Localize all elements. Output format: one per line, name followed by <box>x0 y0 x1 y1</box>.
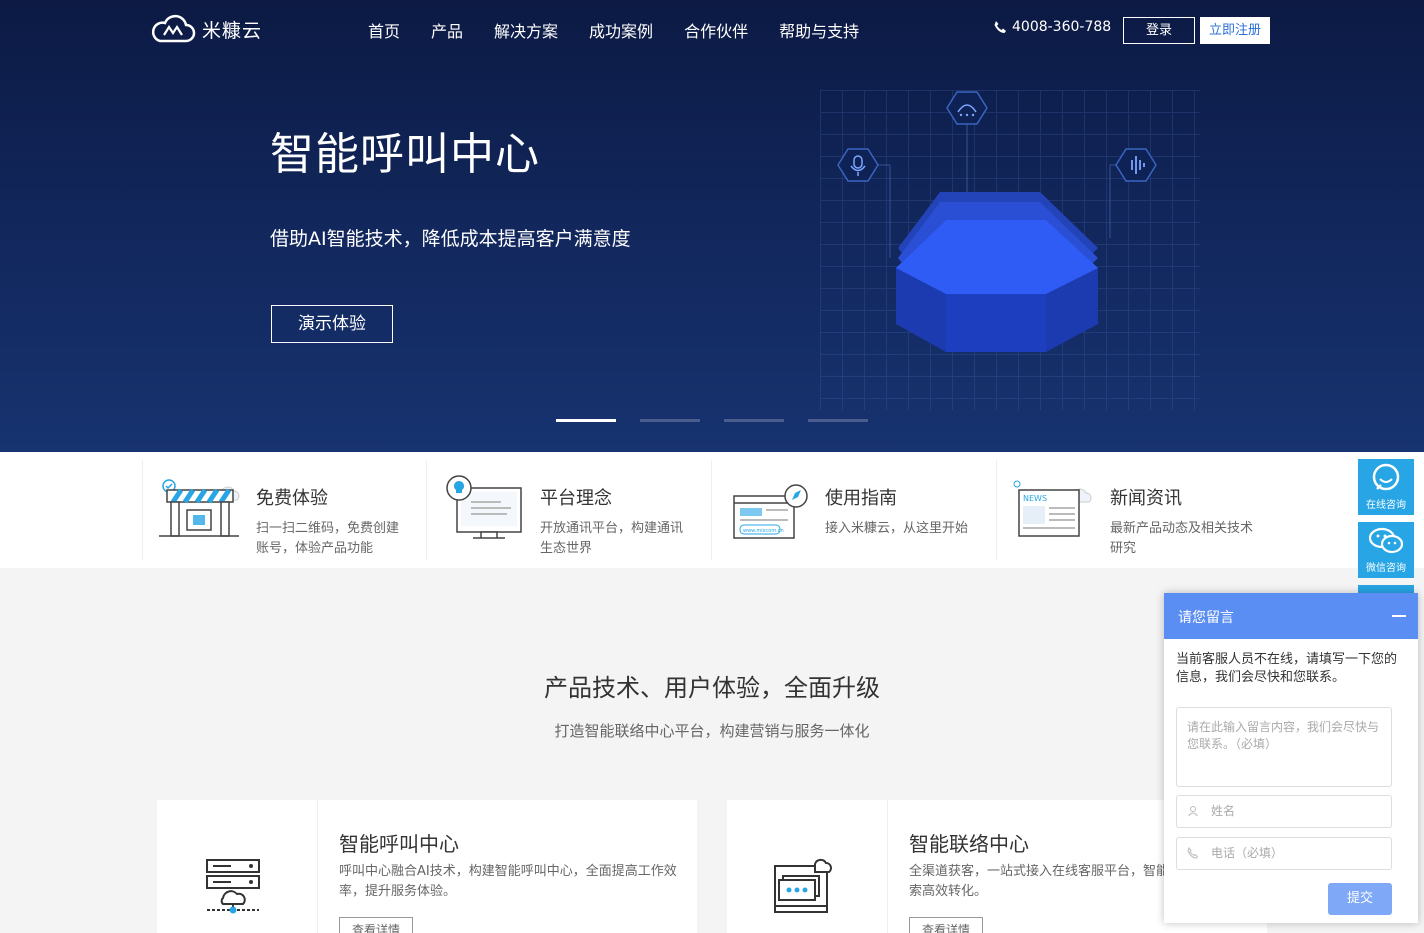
wechat-consult-button[interactable]: 微信咨询 <box>1358 522 1414 578</box>
register-button[interactable]: 立即注册 <box>1200 17 1270 44</box>
phone-small-icon <box>1187 847 1199 859</box>
feature-title: 使用指南 <box>825 488 897 509</box>
name-input[interactable]: 姓名 <box>1176 795 1392 828</box>
card-icon-panel <box>727 800 888 933</box>
feature-news[interactable]: NEWS 新闻资讯 最新产品动态及相关技术研究 <box>996 460 1281 560</box>
guide-url-text: www.mixcom.cn <box>743 528 784 534</box>
minimize-icon[interactable] <box>1392 615 1406 617</box>
offline-message: 当前客服人员不在线，请填写一下您的信息，我们会尽快和您联系。 <box>1176 652 1398 685</box>
top-nav: 米糠云 首页 产品 解决方案 成功案例 合作伙伴 帮助与支持 4008-360-… <box>0 0 1424 60</box>
online-consult-button[interactable]: 在线咨询 <box>1358 459 1414 515</box>
nav-menu: 首页 产品 解决方案 成功案例 合作伙伴 帮助与支持 <box>368 18 890 42</box>
logo-text: 米糠云 <box>202 19 263 42</box>
feature-title: 新闻资讯 <box>1110 488 1182 509</box>
hotline: 4008-360-788 <box>993 19 1111 35</box>
logo[interactable]: 米糠云 <box>150 14 262 44</box>
user-icon <box>1188 806 1198 817</box>
idea-monitor-icon <box>446 475 522 539</box>
name-placeholder: 姓名 <box>1211 804 1236 818</box>
nav-item-solutions[interactable]: 解决方案 <box>494 18 558 42</box>
phone-input[interactable]: 电话（必填） <box>1176 837 1392 870</box>
card-title: 智能呼叫中心 <box>339 832 459 856</box>
chat-header: 请您留言 <box>1164 593 1418 639</box>
carousel-dot-1[interactable] <box>556 419 616 422</box>
carousel-dot-3[interactable] <box>724 419 784 422</box>
feature-desc: 扫一扫二维码，免费创建账号，体验产品功能 <box>256 521 400 556</box>
chat-window-icon <box>774 858 832 913</box>
features-strip: 免费体验 扫一扫二维码，免费创建账号，体验产品功能 平台理念 开放通讯平台，构建… <box>0 452 1424 568</box>
feature-title: 平台理念 <box>540 488 612 509</box>
feature-desc: 最新产品动态及相关技术研究 <box>1110 521 1254 556</box>
phone-icon <box>994 21 1006 33</box>
feature-desc: 接入米糠云，从这里开始 <box>825 521 969 536</box>
card-icon-panel <box>157 800 318 933</box>
nav-item-partners[interactable]: 合作伙伴 <box>684 18 748 42</box>
wechat-consult-label: 微信咨询 <box>1366 563 1406 574</box>
news-badge-text: NEWS <box>1023 494 1047 503</box>
login-button[interactable]: 登录 <box>1123 17 1195 44</box>
online-consult-label: 在线咨询 <box>1366 500 1406 511</box>
product-card-call-center: 智能呼叫中心 呼叫中心融合AI技术，构建智能呼叫中心，全面提高工作效率，提升服务… <box>157 800 697 933</box>
voice-hex-icon <box>1115 148 1157 182</box>
message-content-input[interactable]: 请在此输入留言内容，我们会尽快与您联系。（必填） <box>1176 707 1392 787</box>
view-details-button[interactable]: 查看详情 <box>339 917 413 933</box>
card-desc: 呼叫中心融合AI技术，构建智能呼叫中心，全面提高工作效率，提升服务体验。 <box>339 864 677 899</box>
leave-message-panel: 请您留言 当前客服人员不在线，请填写一下您的信息，我们会尽快和您联系。 请在此输… <box>1164 593 1418 923</box>
hero-title: 智能呼叫中心 <box>270 129 540 180</box>
hotline-number: 4008-360-788 <box>1012 19 1112 35</box>
mic-hex-icon <box>837 148 879 182</box>
hero-subtitle: 借助AI智能技术，降低成本提高客户满意度 <box>270 228 631 250</box>
smile-chat-icon <box>1372 463 1400 491</box>
feature-guide[interactable]: www.mixcom.cn 使用指南 接入米糠云，从这里开始 <box>711 460 996 560</box>
card-title: 智能联络中心 <box>909 832 1029 856</box>
view-details-button[interactable]: 查看详情 <box>909 917 983 933</box>
carousel-dot-4[interactable] <box>808 419 868 422</box>
submit-button[interactable]: 提交 <box>1328 883 1392 915</box>
nav-item-cases[interactable]: 成功案例 <box>589 18 653 42</box>
nav-item-home[interactable]: 首页 <box>368 18 400 42</box>
carousel-indicators <box>556 419 868 422</box>
feature-free-trial[interactable]: 免费体验 扫一扫二维码，免费创建账号，体验产品功能 <box>142 460 427 560</box>
news-icon: NEWS <box>1013 480 1092 537</box>
chat-header-title: 请您留言 <box>1178 610 1234 626</box>
feature-platform-idea[interactable]: 平台理念 开放通讯平台，构建通讯生态世界 <box>426 460 711 560</box>
feature-title: 免费体验 <box>256 488 328 509</box>
hexagon-illustration <box>837 91 1157 352</box>
carousel-dot-2[interactable] <box>640 419 700 422</box>
hexagon-block <box>896 192 1098 352</box>
hero-banner: 米糠云 首页 产品 解决方案 成功案例 合作伙伴 帮助与支持 4008-360-… <box>0 0 1424 452</box>
demo-button[interactable]: 演示体验 <box>271 305 393 343</box>
cloud-logo-icon <box>151 14 196 43</box>
wechat-icon <box>1368 527 1404 554</box>
store-icon <box>159 479 240 537</box>
phone-placeholder: 电话（必填） <box>1211 846 1284 860</box>
phone-hex-icon <box>946 91 988 125</box>
guide-browser-icon: www.mixcom.cn <box>733 484 808 539</box>
nav-item-products[interactable]: 产品 <box>431 18 463 42</box>
feature-desc: 开放通讯平台，构建通讯生态世界 <box>540 521 684 556</box>
nav-item-help[interactable]: 帮助与支持 <box>779 18 859 42</box>
server-cloud-icon <box>206 859 260 914</box>
